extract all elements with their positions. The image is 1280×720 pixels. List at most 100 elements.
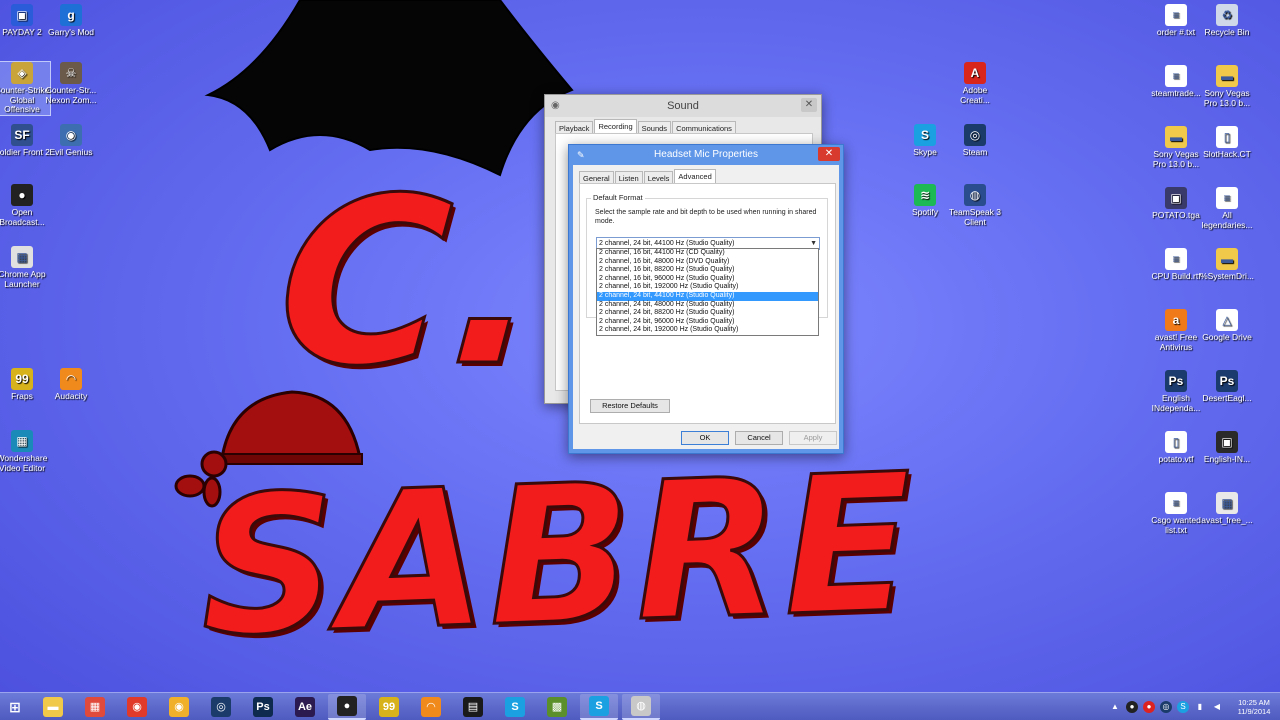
chevron-up-icon[interactable]: ▲ <box>1109 701 1121 713</box>
taskbar-button[interactable]: 99 <box>370 694 408 720</box>
desktop-icon-right[interactable]: ▯ SlotHack.CT <box>1199 126 1255 160</box>
format-option[interactable]: 2 channel, 24 bit, 44100 Hz (Studio Qual… <box>597 291 818 301</box>
desktop-icon-label: Garry's Mod <box>47 27 95 37</box>
desktop-icon-label: CPU Build.rtf <box>1151 271 1201 281</box>
taskbar-button[interactable]: Ps <box>244 694 282 720</box>
desktop-icon-label: order #.txt <box>1156 27 1196 37</box>
sound-settings-icon: ◍ <box>631 695 651 716</box>
csgo-icon: ◈ <box>11 62 33 84</box>
sound-window-title: Sound <box>667 100 699 112</box>
desktop-icon-right[interactable]: ▯ potato.vtf <box>1148 431 1204 465</box>
desktop-icon-right[interactable]: ▬ Sony Vegas Pro 13.0 b... <box>1148 126 1204 169</box>
taskbar-button[interactable]: S <box>580 693 618 720</box>
gmod-icon: g <box>60 4 82 26</box>
format-option[interactable]: 2 channel, 16 bit, 44100 Hz (CD Quality) <box>597 249 818 258</box>
format-option[interactable]: 2 channel, 16 bit, 96000 Hz (Studio Qual… <box>597 275 818 284</box>
desktop-icon-label: Counter-Str... Nexon Zom... <box>45 85 97 105</box>
desktop-icon-right[interactable]: ▬ %SystemDri... <box>1199 248 1255 282</box>
cancel-button[interactable]: Cancel <box>735 431 783 445</box>
desktop-icon-mid[interactable]: ◍ TeamSpeak 3 Client <box>947 184 1003 227</box>
desktop-icon-label: PAYDAY 2 <box>2 27 42 37</box>
desktop-icon-right[interactable]: Ps English INdependa... <box>1148 370 1204 413</box>
desktop-icon-right[interactable]: ≡ CPU Build.rtf <box>1148 248 1204 282</box>
taskbar-button[interactable]: ▩ <box>538 694 576 720</box>
desktop-icon-label: Sony Vegas Pro 13.0 b... <box>1152 149 1200 169</box>
after-effects-icon: Ae <box>295 696 315 717</box>
default-format-title: Default Format <box>591 193 645 202</box>
desktop-icon-left[interactable]: g Garry's Mod <box>43 4 99 38</box>
desktop-icon-left[interactable]: ☠ Counter-Str... Nexon Zom... <box>43 62 99 105</box>
desktop-icon-right[interactable]: ≡ order #.txt <box>1148 4 1204 38</box>
desktop-icon-label: Spotify <box>912 207 938 217</box>
format-option[interactable]: 2 channel, 24 bit, 192000 Hz (Studio Qua… <box>597 326 818 335</box>
ok-button[interactable]: OK <box>681 431 729 445</box>
desktop-icon-right[interactable]: △ Google Drive <box>1199 309 1255 343</box>
desktop-icon-left[interactable]: ▦ Wondershare Video Editor <box>0 430 50 473</box>
desktop-icon-mid[interactable]: A Adobe Creati... <box>947 62 1003 105</box>
audacity-icon: ◠ <box>421 696 441 717</box>
desktop-icon-right[interactable]: ≡ Csgo wanted list.txt <box>1148 492 1204 535</box>
format-option[interactable]: 2 channel, 24 bit, 96000 Hz (Studio Qual… <box>597 318 818 327</box>
desktop-icon-mid[interactable]: ≋ Spotify <box>897 184 953 218</box>
start-button[interactable]: ⊞ <box>0 694 30 720</box>
desktop-icon-left[interactable]: ● Open Broadcast... <box>0 184 50 227</box>
steam-tray-icon[interactable]: ◎ <box>1160 701 1172 713</box>
format-option[interactable]: 2 channel, 24 bit, 48000 Hz (Studio Qual… <box>597 301 818 310</box>
taskbar-button[interactable]: S <box>496 694 534 720</box>
format-option[interactable]: 2 channel, 16 bit, 192000 Hz (Studio Qua… <box>597 283 818 292</box>
volume-icon[interactable]: ◀ <box>1211 701 1223 713</box>
speaker-icon: ◉ <box>551 100 560 111</box>
taskbar-button[interactable]: ◍ <box>622 693 660 720</box>
sound-close-button[interactable]: ✕ <box>801 98 817 112</box>
chrome-launcher-icon: ▦ <box>11 246 33 268</box>
desktop-icon-right[interactable]: Ps DesertEagl... <box>1199 370 1255 404</box>
props-title-bar[interactable]: ✎ Headset Mic Properties ✕ <box>569 145 843 165</box>
clock[interactable]: 10:25 AM 11/9/2014 <box>1234 698 1274 716</box>
desktop-icon-right[interactable]: ▣ English-IN... <box>1199 431 1255 465</box>
skype-tray-icon[interactable]: S <box>1177 701 1189 713</box>
taskbar-button[interactable]: ● <box>328 693 366 720</box>
payday-icon: ▣ <box>11 4 33 26</box>
restore-defaults-button[interactable]: Restore Defaults <box>590 399 670 413</box>
desktop-icon-left[interactable]: ◠ Audacity <box>43 368 99 402</box>
text-file-icon: ≡ <box>1165 4 1187 26</box>
desktop-icon-left[interactable]: ▦ Chrome App Launcher <box>0 246 50 289</box>
desktop-icon-label: SlotHack.CT <box>1203 149 1251 159</box>
desktop-icon-label: Audacity <box>54 391 88 401</box>
obs-tray-icon[interactable]: ● <box>1126 701 1138 713</box>
desktop-icon-right[interactable]: ▦ avast_free_... <box>1199 492 1255 526</box>
taskbar-button[interactable]: ◉ <box>118 694 156 720</box>
network-icon[interactable]: ▮ <box>1194 701 1206 713</box>
image-file-icon: ▣ <box>1216 431 1238 453</box>
taskbar-button[interactable]: ▬ <box>34 694 72 720</box>
record-tray-icon[interactable]: ● <box>1143 701 1155 713</box>
steam-icon: ◎ <box>211 696 231 717</box>
taskbar-button[interactable]: ◠ <box>412 694 450 720</box>
windows-logo-icon: ⊞ <box>9 698 21 715</box>
format-dropdown-list: 2 channel, 16 bit, 44100 Hz (CD Quality)… <box>596 248 819 336</box>
desktop-icon-label: Adobe Creati... <box>960 85 990 105</box>
format-option[interactable]: 2 channel, 16 bit, 88200 Hz (Studio Qual… <box>597 266 818 275</box>
taskbar-button[interactable]: ◉ <box>160 694 198 720</box>
desktop-icon-right[interactable]: ♻ Recycle Bin <box>1199 4 1255 38</box>
desktop-icon-right[interactable]: ▣ POTATO.tga <box>1148 187 1204 221</box>
desktop-icon-mid[interactable]: S Skype <box>897 124 953 158</box>
taskbar-button[interactable]: ▤ <box>454 694 492 720</box>
desktop-icon-mid[interactable]: ◎ Steam <box>947 124 1003 158</box>
desktop-icon-right[interactable]: ≡ steamtrade... <box>1148 65 1204 99</box>
taskbar-button[interactable]: ◎ <box>202 694 240 720</box>
desktop-icon-right[interactable]: ≡ All legendaries... <box>1199 187 1255 230</box>
taskbar-button[interactable]: Ae <box>286 694 324 720</box>
format-option[interactable]: 2 channel, 16 bit, 48000 Hz (DVD Quality… <box>597 258 818 267</box>
desktop-icon-label: All legendaries... <box>1201 210 1253 230</box>
desktop-icon-right[interactable]: a avast! Free Antivirus <box>1148 309 1204 352</box>
format-option[interactable]: 2 channel, 24 bit, 88200 Hz (Studio Qual… <box>597 309 818 318</box>
video-editor-icon: ▤ <box>463 696 483 717</box>
props-close-button[interactable]: ✕ <box>818 147 840 161</box>
desktop-icon-right[interactable]: ▬ Sony Vegas Pro 13.0 b... <box>1199 65 1255 108</box>
sound-title-bar[interactable]: ◉ Sound ✕ <box>545 95 821 117</box>
taskbar-button[interactable]: ▦ <box>76 694 114 720</box>
apply-button[interactable]: Apply <box>789 431 837 445</box>
google-drive-icon: △ <box>1216 309 1238 331</box>
desktop-icon-left[interactable]: ◉ Evil Genius <box>43 124 99 158</box>
